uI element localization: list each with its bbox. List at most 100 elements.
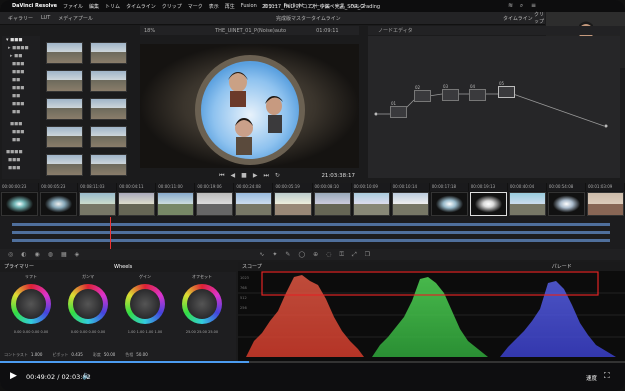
lift-wheel[interactable]: リフト 0.00 0.00 0.00 0.00 (4, 272, 58, 334)
progress-bar[interactable] (0, 361, 625, 363)
tree-row[interactable]: ◼◼ (2, 76, 40, 84)
contrast-value[interactable]: 1.000 (31, 352, 42, 358)
qualifier-icon[interactable]: ✎ (285, 251, 290, 258)
tree-row[interactable]: ◼◼◼ (2, 68, 40, 76)
gallery-button[interactable]: ギャラリー (8, 15, 33, 22)
menu-trim[interactable]: トリム (105, 3, 120, 10)
menu-list-icon[interactable]: ≡ (530, 2, 537, 9)
timeline-playhead[interactable] (110, 217, 111, 249)
clip-thumbnail[interactable] (430, 192, 468, 216)
clip-thumbnail[interactable] (313, 192, 351, 216)
hdr-icon[interactable]: ◍ (48, 251, 53, 258)
stop-icon[interactable]: ■ (241, 172, 247, 179)
sizing-icon[interactable]: ⤢ (352, 251, 357, 259)
warper-icon[interactable]: ✦ (272, 251, 277, 258)
motion-effects-icon[interactable]: ◈ (75, 251, 80, 258)
color-ring[interactable] (68, 284, 108, 324)
timeline-name[interactable]: 完成版マスタータイムライン (276, 15, 341, 22)
gain-wheel[interactable]: ゲイン 1.00 1.00 1.00 1.00 (118, 272, 172, 334)
clip-thumbnail[interactable] (235, 192, 273, 216)
tree-row[interactable]: ◼◼◼ (2, 60, 40, 68)
clip-thumbnail[interactable] (352, 192, 390, 216)
curves-icon[interactable]: ∿ (259, 251, 264, 258)
menu-view[interactable]: 表示 (209, 3, 219, 10)
color-match-icon[interactable]: ◐ (21, 251, 26, 258)
wheel-values[interactable]: 0.00 0.00 0.00 0.00 (4, 330, 58, 334)
parade-label[interactable]: パレード (552, 263, 572, 270)
tree-row[interactable]: ◼◼◼ (2, 128, 40, 136)
skip-back-icon[interactable]: ⏮ (219, 172, 224, 180)
media-thumbnail[interactable] (46, 154, 83, 176)
clip-thumbnail[interactable] (274, 192, 312, 216)
media-thumbnail[interactable] (46, 42, 83, 64)
lut-button[interactable]: LUT (41, 15, 50, 21)
offset-wheel[interactable]: オフセット 25.00 25.00 25.00 (175, 272, 229, 334)
camera-raw-icon[interactable]: ◎ (8, 251, 13, 258)
tree-row[interactable]: ▸ ◼◼ (2, 52, 40, 60)
key-icon[interactable]: ⚿ (339, 251, 344, 259)
play-icon[interactable]: ▶ (253, 172, 258, 179)
color-node[interactable]: 04 (469, 84, 486, 101)
menu-timeline[interactable]: タイムライン (126, 3, 156, 10)
rgb-mixer-icon[interactable]: ▦ (61, 251, 67, 258)
menu-playback[interactable]: 再生 (225, 3, 235, 10)
color-ring[interactable] (182, 284, 222, 324)
timeline-button[interactable]: タイムライン (503, 15, 533, 22)
video-viewer[interactable] (140, 44, 359, 168)
tree-row[interactable]: ◼◼ (2, 136, 40, 144)
color-node[interactable]: 03 (442, 84, 459, 101)
media-thumbnail[interactable] (90, 154, 127, 176)
clip-button[interactable]: クリップ (534, 11, 545, 25)
tree-row[interactable]: ◼◼◼ (2, 100, 40, 108)
tree-row[interactable]: ◼◼◼ (2, 164, 40, 172)
media-thumbnail[interactable] (90, 126, 127, 148)
color-node[interactable]: 02 (414, 85, 431, 102)
clip-thumbnail[interactable] (118, 192, 156, 216)
gamma-wheel[interactable]: ガンマ 0.00 0.00 0.00 0.00 (61, 272, 115, 334)
menu-file[interactable]: ファイル (63, 3, 83, 10)
wheel-values[interactable]: 0.00 0.00 0.00 0.00 (61, 330, 115, 334)
tree-row[interactable]: ◼◼ (2, 92, 40, 100)
clip-thumbnail[interactable] (79, 192, 117, 216)
mode-label[interactable]: Wheels (114, 264, 132, 270)
speed-button[interactable]: 速度 (586, 374, 597, 382)
tree-row[interactable]: ◼◼◼ (2, 120, 40, 128)
tree-row[interactable]: ◼◼◼ (2, 84, 40, 92)
menu-fusion[interactable]: Fusion (241, 3, 257, 9)
media-thumbnail[interactable] (90, 42, 127, 64)
media-thumbnail[interactable] (46, 70, 83, 92)
tree-row[interactable]: ◼◼◼ (2, 156, 40, 164)
window-icon[interactable]: ◯ (298, 251, 305, 258)
tree-row[interactable]: ▸ ◼◼◼◼ (2, 44, 40, 52)
wheel-values[interactable]: 1.00 1.00 1.00 1.00 (118, 330, 172, 334)
viewer-zoom[interactable]: 18% (144, 28, 155, 34)
color-node[interactable]: 01 (390, 101, 407, 118)
color-ring[interactable] (11, 284, 51, 324)
wheel-values[interactable]: 25.00 25.00 25.00 (175, 330, 229, 334)
volume-icon[interactable]: 🔈 (82, 371, 92, 380)
hue-value[interactable]: 50.00 (136, 352, 147, 358)
play-button-icon[interactable]: ▶ (10, 371, 17, 381)
clip-thumbnail[interactable] (1, 192, 39, 216)
search-icon[interactable]: ⌕ (518, 2, 525, 9)
loop-icon[interactable]: ↻ (275, 172, 280, 179)
clip-thumbnail[interactable] (547, 192, 585, 216)
tree-row[interactable]: ▾ ◼◼◼ (2, 36, 40, 44)
fullscreen-icon[interactable]: ⛶ (604, 371, 610, 381)
color-ring[interactable] (125, 284, 165, 324)
clip-thumbnail[interactable] (391, 192, 429, 216)
3d-icon[interactable]: ❒ (365, 251, 370, 258)
clip-thumbnail[interactable] (586, 192, 624, 216)
media-thumbnail[interactable] (46, 126, 83, 148)
tree-row[interactable]: ◼◼◼◼ (2, 148, 40, 156)
media-thumbnail[interactable] (90, 98, 127, 120)
skip-forward-icon[interactable]: ⏭ (263, 172, 268, 180)
menu-mark[interactable]: マーク (188, 3, 203, 10)
clip-thumbnail[interactable] (40, 192, 78, 216)
color-node[interactable]: 05 (498, 81, 515, 98)
saturation-value[interactable]: 50.00 (104, 352, 115, 358)
clip-thumbnail[interactable] (469, 192, 507, 216)
media-thumbnail[interactable] (46, 98, 83, 120)
pivot-value[interactable]: 0.435 (71, 352, 82, 358)
media-thumbnail[interactable] (90, 70, 127, 92)
